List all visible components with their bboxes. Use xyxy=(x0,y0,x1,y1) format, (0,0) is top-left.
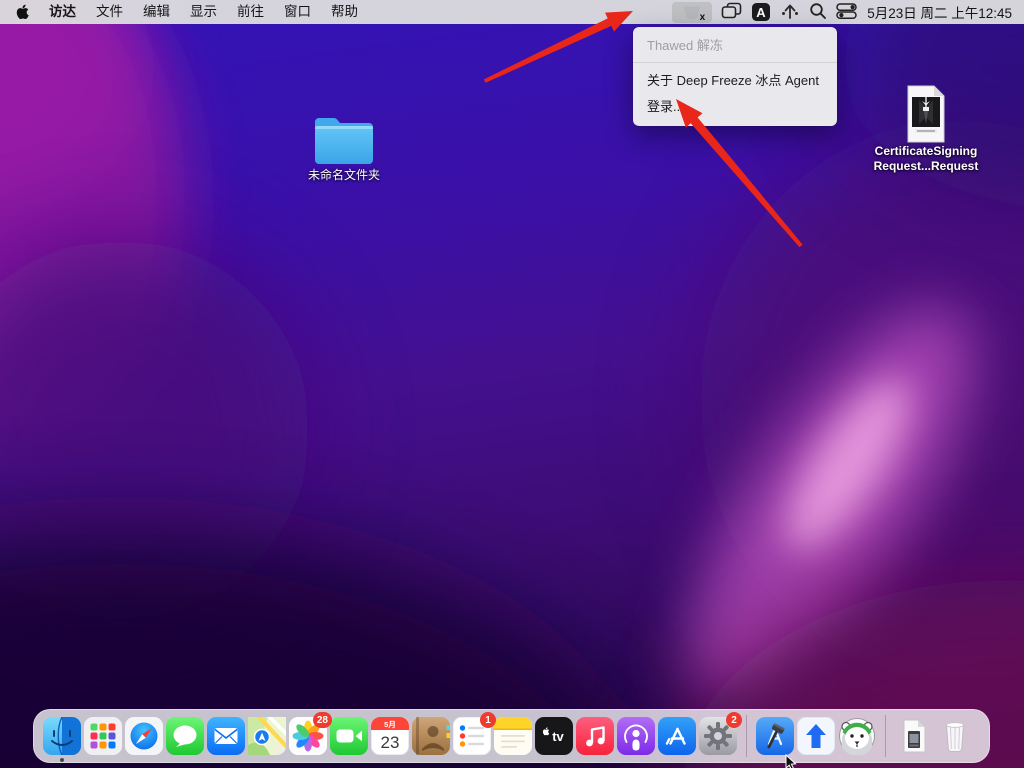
dock-updater-icon[interactable] xyxy=(797,717,835,755)
screen-mirroring-icon[interactable] xyxy=(721,2,742,22)
dock-mail-icon[interactable] xyxy=(207,717,245,755)
dock-music-icon[interactable] xyxy=(576,717,614,755)
folder-glyph-icon xyxy=(311,114,377,168)
certificate-file-glyph-icon xyxy=(902,84,950,144)
dock-apple-tv-icon[interactable]: tv xyxy=(535,717,573,755)
dock-safari-icon[interactable] xyxy=(125,717,163,755)
svg-text:A: A xyxy=(756,5,766,20)
dock-finder-icon[interactable] xyxy=(43,717,81,755)
menu-item-about-deep-freeze[interactable]: 关于 Deep Freeze 冰点 Agent xyxy=(633,67,837,93)
dock-trash-icon[interactable] xyxy=(936,717,974,755)
desktop-certificate-file-icon[interactable]: CertificateSigning Request...Request xyxy=(871,84,981,174)
deep-freeze-menubar-icon[interactable]: x xyxy=(672,2,712,23)
deep-freeze-dropdown-menu: Thawed 解冻 关于 Deep Freeze 冰点 Agent 登录... xyxy=(633,27,837,126)
menu-item-login[interactable]: 登录... xyxy=(633,93,837,119)
dock-launchpad-icon[interactable] xyxy=(84,717,122,755)
control-center-icon[interactable] xyxy=(836,2,858,23)
dock-notes-icon[interactable] xyxy=(494,717,532,755)
menu-bar-status-area: x A xyxy=(672,0,1024,24)
reminders-badge: 1 xyxy=(480,712,496,728)
dock-maps-icon[interactable] xyxy=(248,717,286,755)
antenna-status-icon[interactable] xyxy=(780,2,800,23)
menu-item-thawed: Thawed 解冻 xyxy=(633,32,837,58)
svg-text:23: 23 xyxy=(381,733,400,752)
spotlight-search-icon[interactable] xyxy=(809,2,827,23)
dock-document-icon[interactable] xyxy=(895,717,933,755)
menu-edit[interactable]: 编辑 xyxy=(133,0,180,24)
menu-view[interactable]: 显示 xyxy=(180,0,227,24)
svg-text:5月: 5月 xyxy=(384,720,396,729)
dock-facetime-icon[interactable] xyxy=(330,717,368,755)
dock-system-settings-icon[interactable]: 2 xyxy=(699,717,737,755)
dock-separator xyxy=(885,715,886,757)
certificate-label-line1: CertificateSigning xyxy=(871,144,981,159)
menubar-clock[interactable]: 5月23日 周二 上午12:45 xyxy=(867,2,1012,22)
dock-separator xyxy=(746,715,747,757)
input-source-icon[interactable]: A xyxy=(751,2,771,22)
dock: 28 5月 23 xyxy=(33,709,990,763)
dock-messages-icon[interactable] xyxy=(166,717,204,755)
finder-running-indicator xyxy=(60,758,64,762)
deep-freeze-x-mark: x xyxy=(700,13,706,23)
folder-label: 未命名文件夹 xyxy=(289,168,399,183)
dock-photos-icon[interactable]: 28 xyxy=(289,717,327,755)
photos-badge: 28 xyxy=(313,712,332,728)
menu-bar: 访达 文件 编辑 显示 前往 窗口 帮助 x A xyxy=(0,0,1024,24)
dock-app-store-icon[interactable] xyxy=(658,717,696,755)
settings-badge: 2 xyxy=(726,712,742,728)
dock-calendar-icon[interactable]: 5月 23 xyxy=(371,717,409,755)
certificate-label-line2: Request...Request xyxy=(871,159,981,174)
menu-finder[interactable]: 访达 xyxy=(39,0,86,24)
menu-help[interactable]: 帮助 xyxy=(321,0,368,24)
desktop-folder-icon[interactable]: 未命名文件夹 xyxy=(289,114,399,183)
svg-text:tv: tv xyxy=(552,729,564,744)
menu-separator xyxy=(633,62,837,63)
menu-file[interactable]: 文件 xyxy=(86,0,133,24)
menu-window[interactable]: 窗口 xyxy=(274,0,321,24)
apple-menu-icon[interactable] xyxy=(0,4,39,20)
dock-podcasts-icon[interactable] xyxy=(617,717,655,755)
dock-deep-freeze-icon[interactable] xyxy=(838,717,876,755)
apple-logo-icon xyxy=(16,4,29,20)
dock-xcode-icon[interactable] xyxy=(756,717,794,755)
menu-bar-left: 访达 文件 编辑 显示 前往 窗口 帮助 xyxy=(0,0,368,24)
dock-contacts-icon[interactable] xyxy=(412,717,450,755)
menu-go[interactable]: 前往 xyxy=(227,0,274,24)
dock-reminders-icon[interactable]: 1 xyxy=(453,717,491,755)
